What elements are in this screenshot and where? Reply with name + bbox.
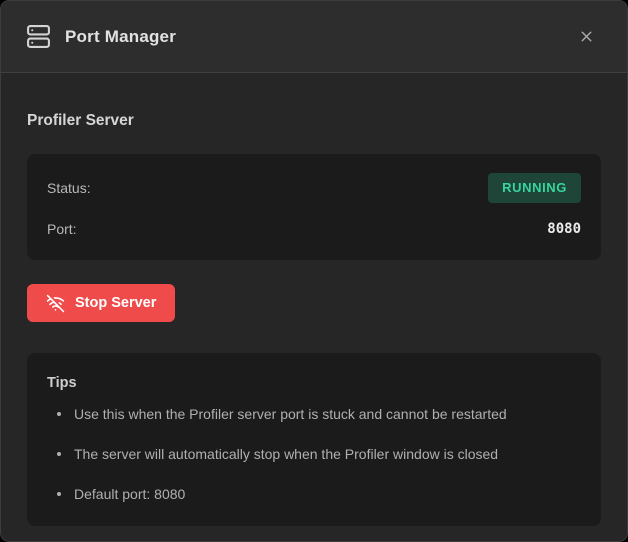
port-value: 8080 [547,221,581,237]
status-label: Status: [47,180,91,196]
port-row: Port: 8080 [47,217,581,241]
window-title: Port Manager [65,27,176,47]
server-icon [26,24,51,50]
port-manager-dialog: Port Manager Profiler Server Status: RUN… [0,0,628,542]
tip-item: Default port: 8080 [47,482,581,506]
titlebar: Port Manager [1,1,627,73]
section-heading: Profiler Server [27,111,601,131]
stop-server-button[interactable]: Stop Server [27,284,175,322]
close-icon [578,28,595,45]
close-button[interactable] [570,21,602,53]
tips-heading: Tips [47,373,581,393]
stop-server-label: Stop Server [75,295,156,311]
tips-list: Use this when the Profiler server port i… [47,402,581,506]
tips-card: Tips Use this when the Profiler server p… [27,353,601,526]
tip-item: The server will automatically stop when … [47,442,581,466]
dialog-content: Profiler Server Status: RUNNING Port: 80… [1,73,627,526]
port-label: Port: [47,221,77,237]
status-card: Status: RUNNING Port: 8080 [27,154,601,260]
wifi-off-icon [46,294,65,313]
status-row: Status: RUNNING [47,173,581,203]
tip-item: Use this when the Profiler server port i… [47,402,581,426]
status-badge: RUNNING [488,173,581,203]
